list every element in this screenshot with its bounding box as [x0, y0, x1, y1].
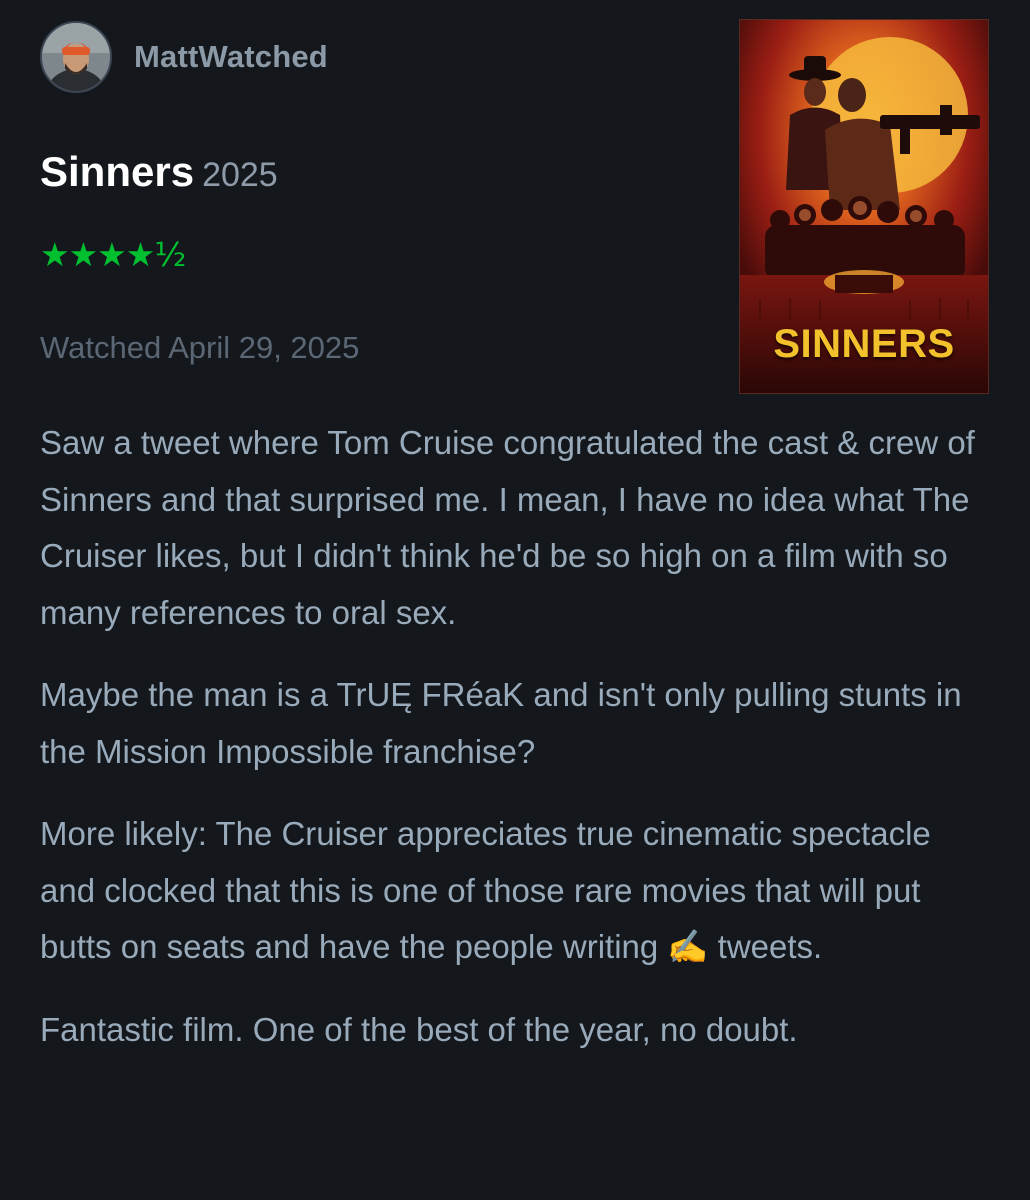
film-heading: Sinners 2025 — [40, 148, 278, 196]
review-body: Saw a tweet where Tom Cruise congratulat… — [40, 415, 990, 1084]
star-rating: ★★★★½ — [40, 235, 186, 274]
review-page: MattWatched Sinners 2025 ★★★★½ Watched Ap… — [0, 0, 1030, 1200]
review-paragraph: Saw a tweet where Tom Cruise congratulat… — [40, 424, 975, 631]
review-author[interactable]: MattWatched — [40, 20, 328, 94]
watched-date: Watched April 29, 2025 — [40, 330, 360, 365]
poster-title-text: SINNERS — [773, 322, 955, 366]
film-year-link[interactable]: 2025 — [202, 156, 278, 194]
film-poster[interactable]: SINNERS — [739, 19, 989, 394]
avatar[interactable] — [40, 21, 112, 93]
review-paragraph: Fantastic film. One of the best of the y… — [40, 1010, 798, 1048]
review-paragraph: More likely: The Cruiser appreciates tru… — [40, 815, 931, 965]
film-title-link[interactable]: Sinners — [40, 148, 194, 195]
username-link[interactable]: MattWatched — [134, 39, 328, 75]
avatar-photo-icon — [42, 23, 110, 91]
review-paragraph: Maybe the man is a TrUĘ FRéaK and isn't … — [40, 676, 962, 770]
